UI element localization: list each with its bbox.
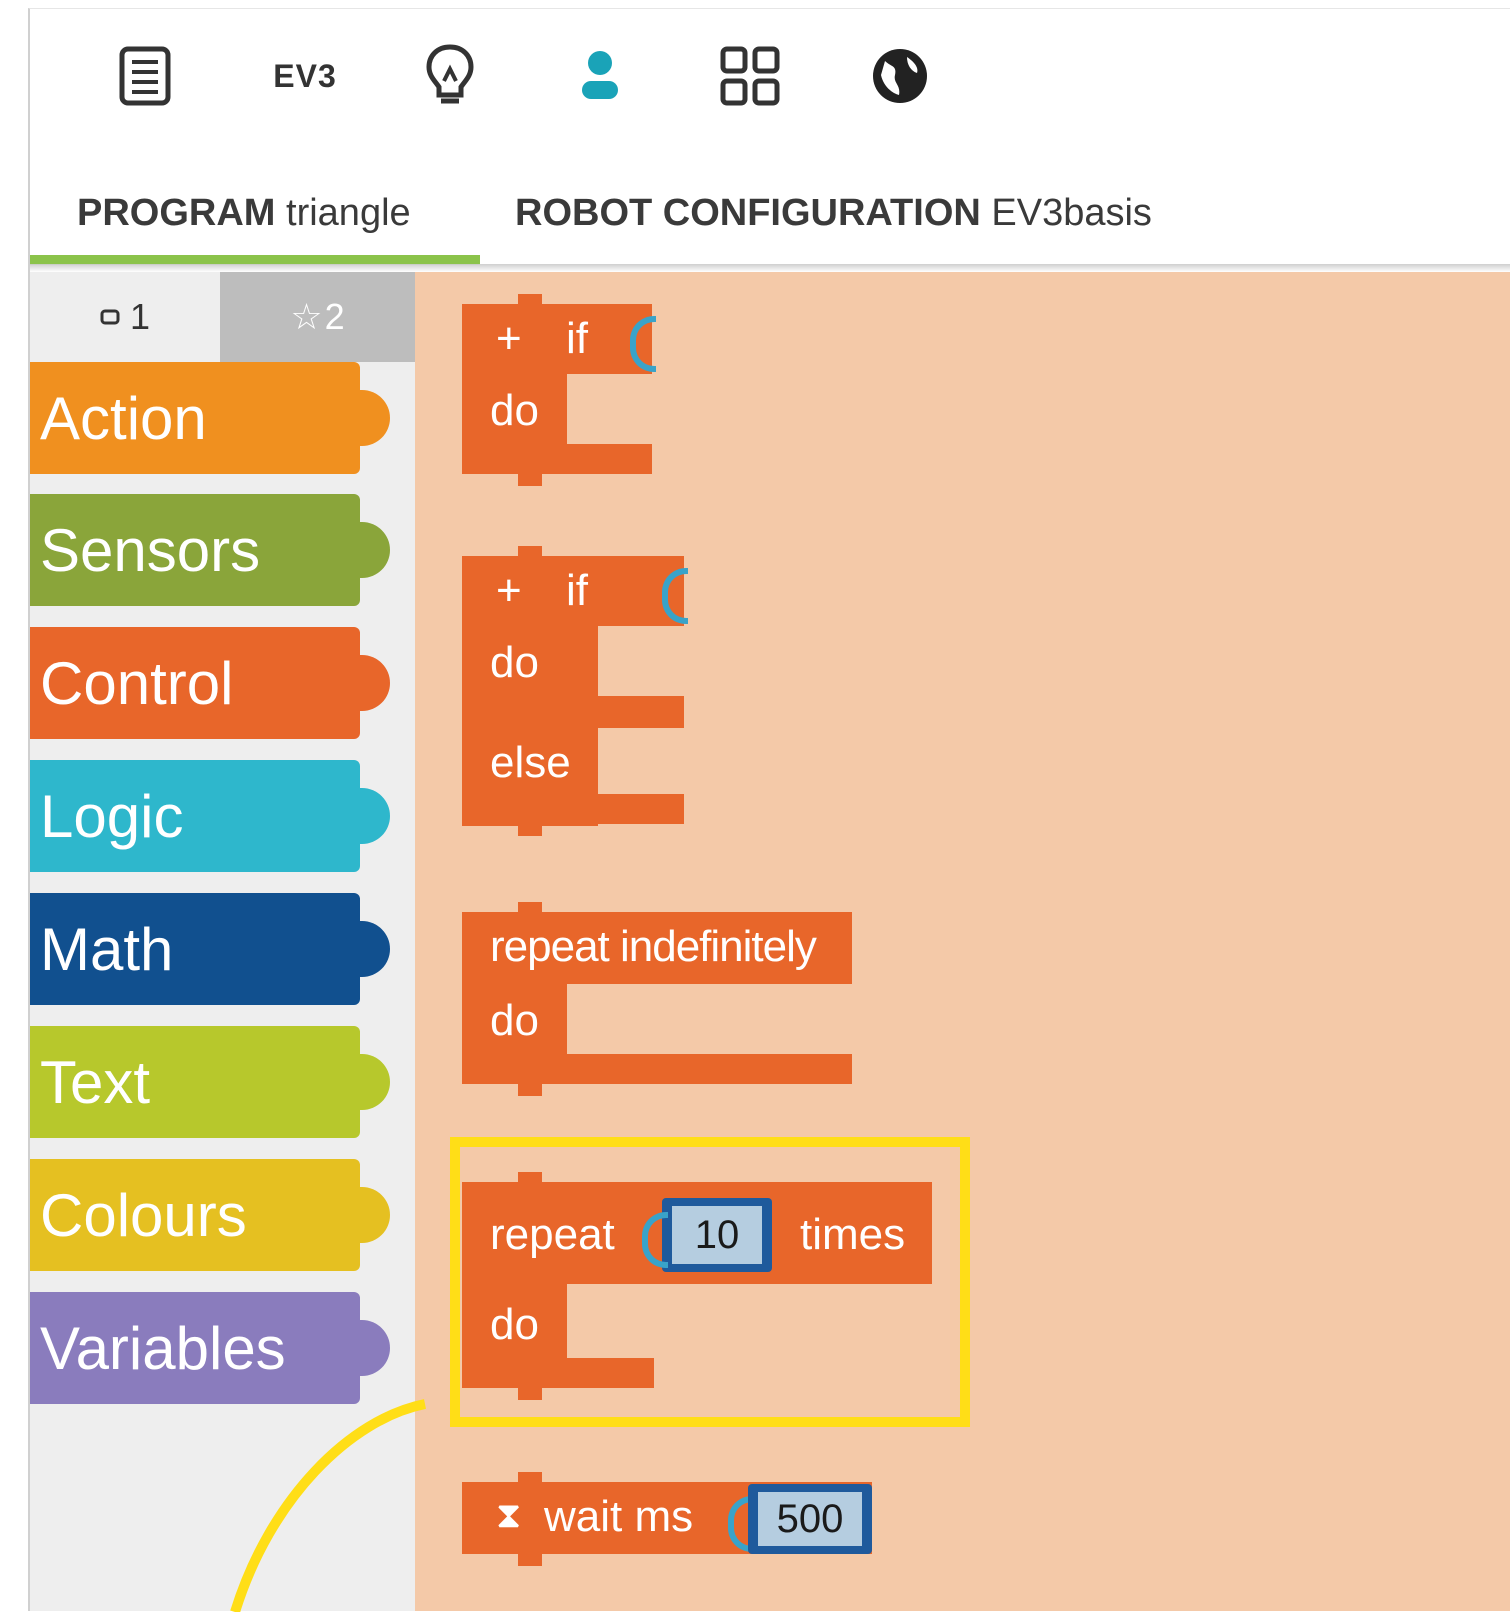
app-frame: EV3 PROGRAM triangle ROBOT CONFIGURATION… (28, 8, 1510, 1612)
highlight-callout-curve (230, 1399, 426, 1612)
